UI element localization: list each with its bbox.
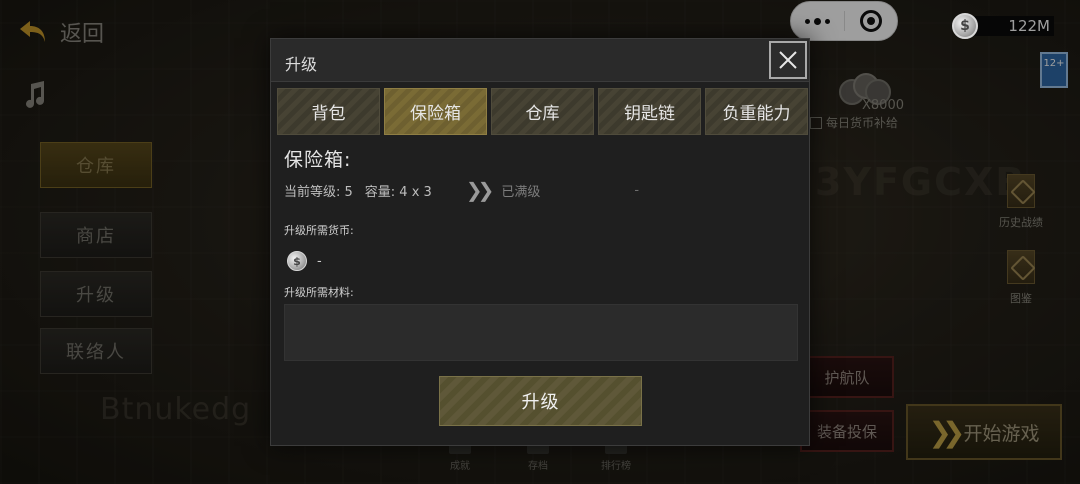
- next-level-placeholder: -: [634, 182, 640, 198]
- double-chevron-icon: ❯❯: [465, 178, 494, 202]
- required-materials-label: 升级所需材料:: [284, 286, 354, 299]
- current-level: 当前等级: 5: [284, 184, 353, 200]
- section-title: 保险箱:: [284, 149, 352, 171]
- tab-safe-box[interactable]: 保险箱: [384, 88, 487, 135]
- close-button[interactable]: [769, 41, 807, 79]
- tab-carry-capacity[interactable]: 负重能力: [705, 88, 808, 135]
- dialog-title: 升级: [285, 55, 318, 74]
- required-currency-label: 升级所需货币:: [284, 224, 354, 237]
- level-info-row: 当前等级: 5 容量: 4 x 3 ❯❯ 已满级 -: [284, 180, 639, 200]
- silver-coin-icon: $: [287, 251, 307, 271]
- currency-cost-row: $ -: [287, 251, 322, 271]
- close-icon: [779, 51, 797, 69]
- upgrade-tabs: 背包 保险箱 仓库 钥匙链 负重能力: [277, 88, 808, 135]
- tab-backpack[interactable]: 背包: [277, 88, 380, 135]
- dialog-header: 升级: [271, 39, 809, 82]
- tab-keychain[interactable]: 钥匙链: [598, 88, 701, 135]
- upgrade-button[interactable]: 升级: [439, 376, 642, 426]
- silver-coin-icon: $: [952, 13, 978, 39]
- maxed-label: 已满级: [501, 184, 541, 200]
- currency-cost-value: -: [317, 253, 322, 269]
- capacity: 容量: 4 x 3: [364, 184, 432, 200]
- upgrade-dialog: 升级 背包 保险箱 仓库 钥匙链 负重能力 保险箱: 当前等级: 5 容量: 4…: [270, 38, 810, 446]
- tab-warehouse[interactable]: 仓库: [491, 88, 594, 135]
- materials-slot-area: [284, 304, 798, 361]
